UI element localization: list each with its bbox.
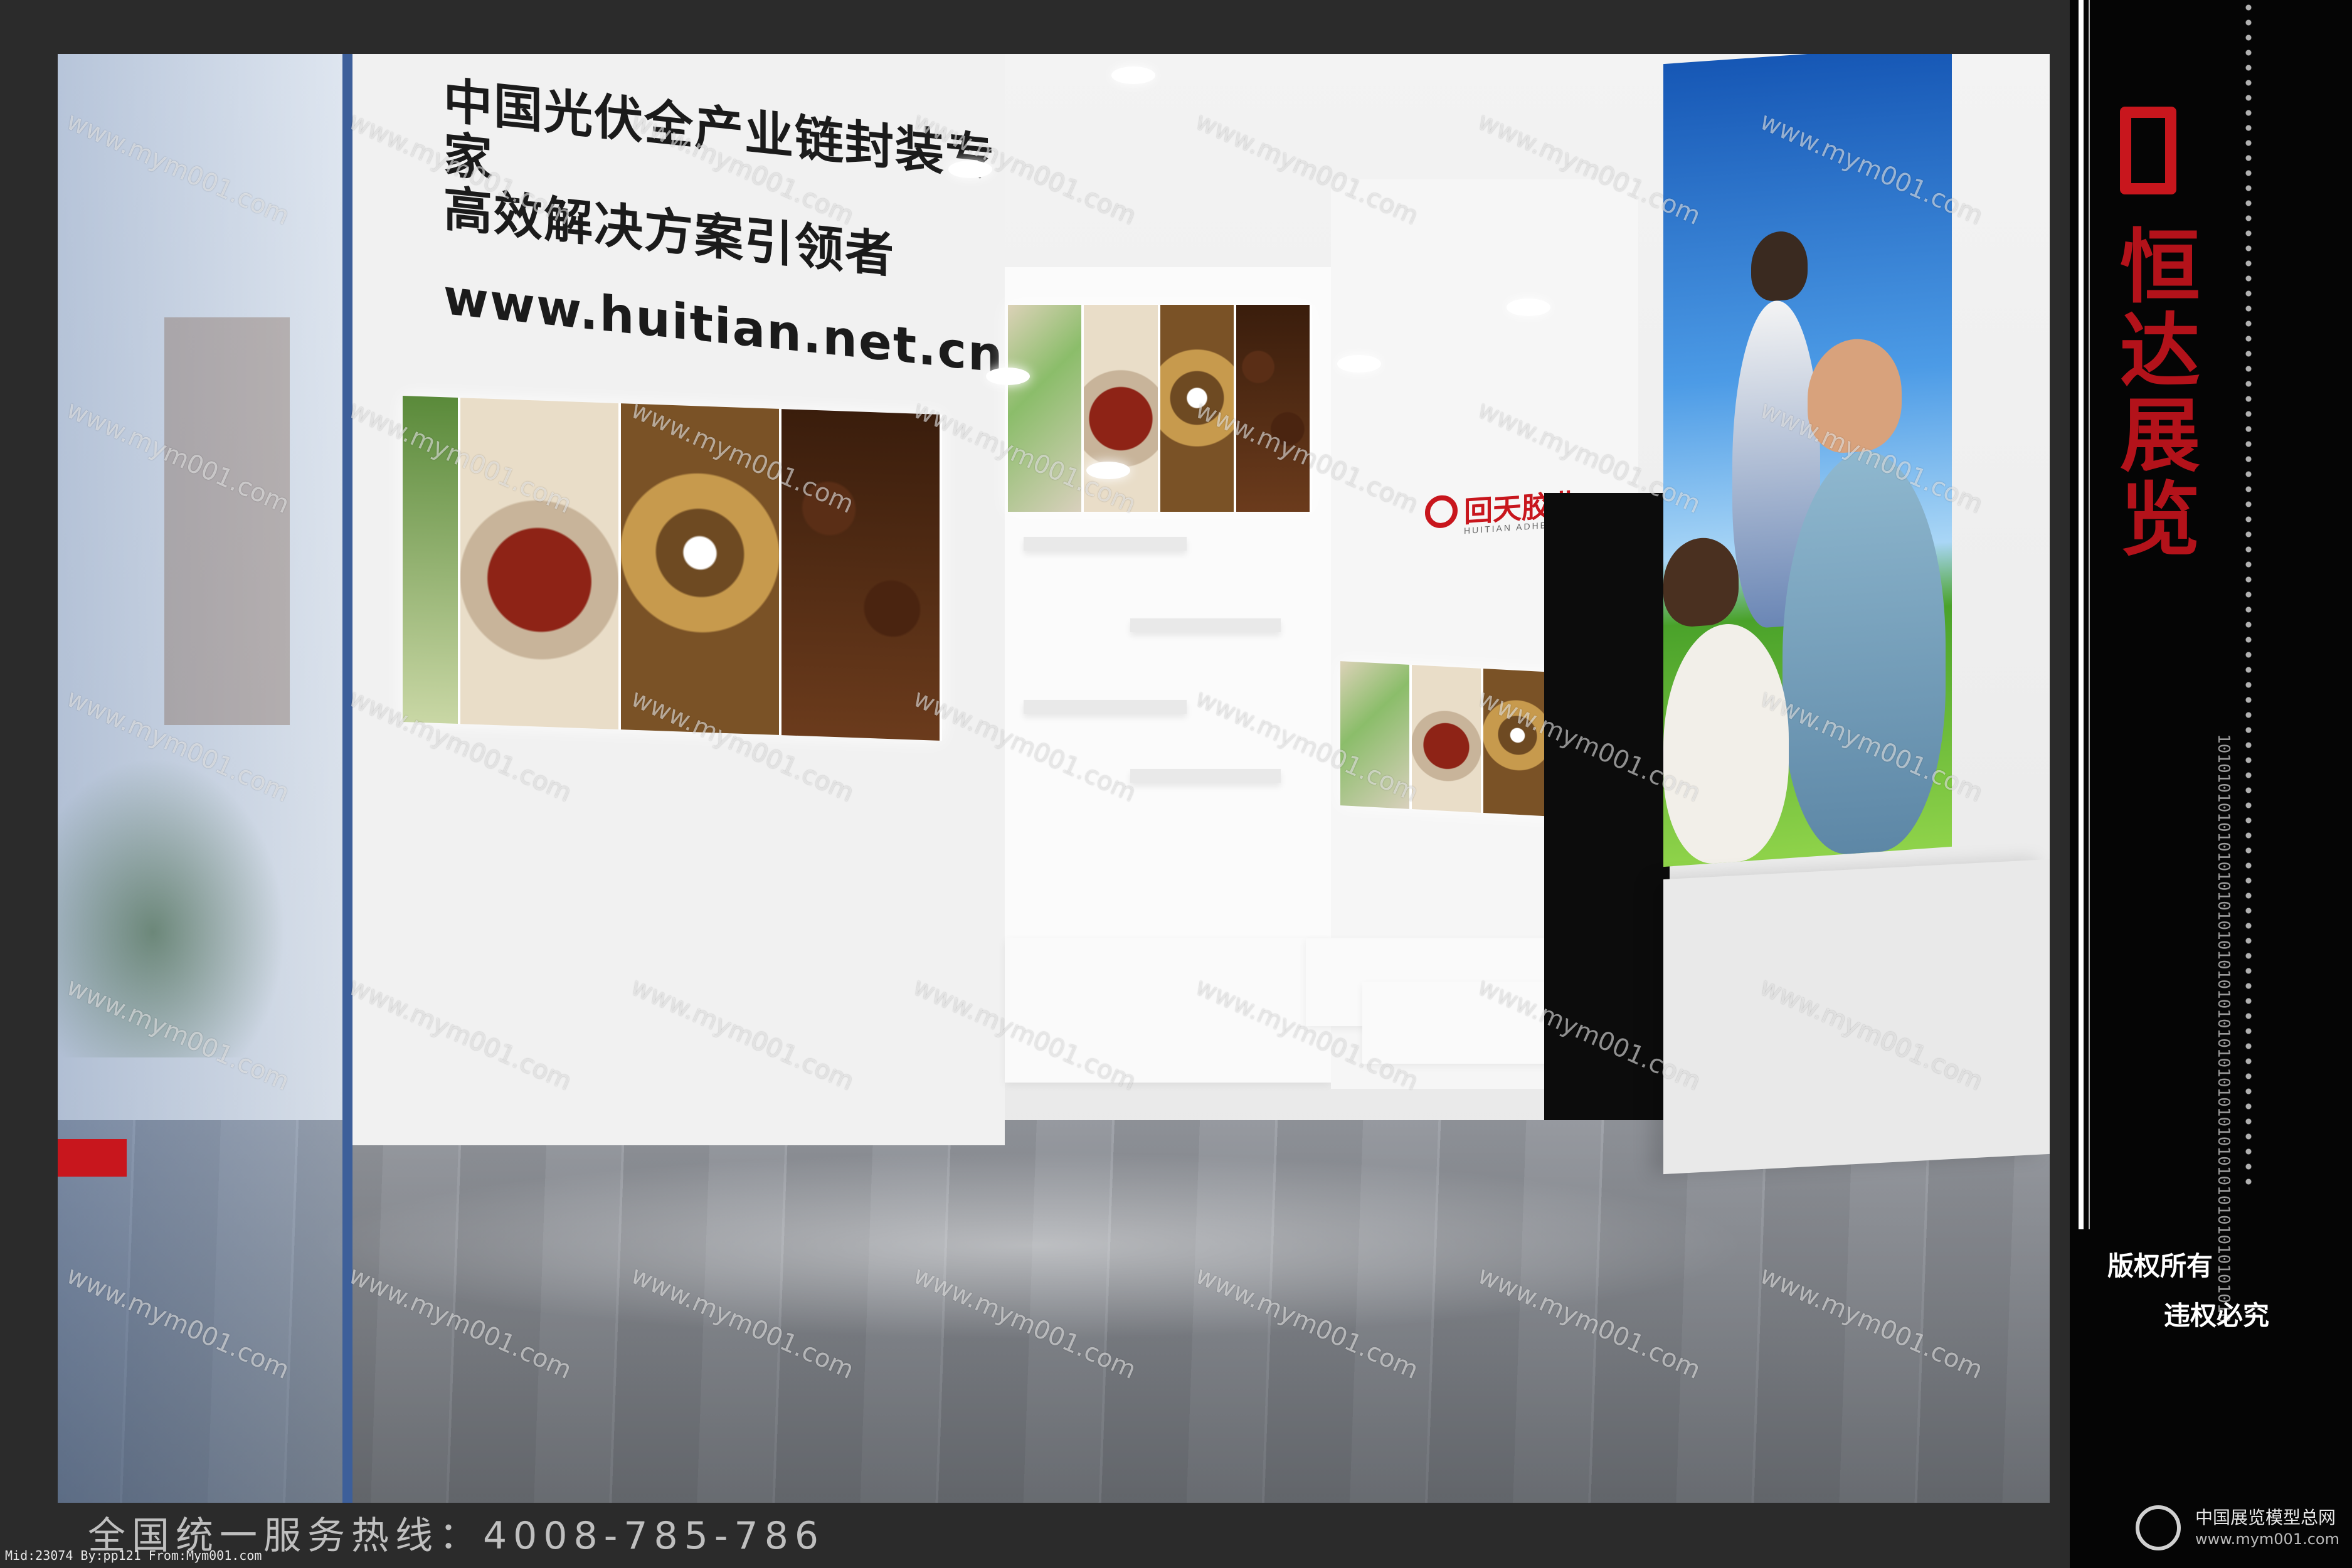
brand-logo-icon xyxy=(2120,107,2176,194)
child-head xyxy=(1751,230,1808,303)
ceiling-downlight xyxy=(1507,299,1550,316)
left-wall: 中国光伏全产业链封装专家 高效解决方案引领者 www.huitian.net.c… xyxy=(352,54,1005,1145)
site-url: www.mym001.com xyxy=(2195,1530,2339,1548)
site-name: 中国展览模型总网 xyxy=(2195,1507,2336,1528)
divider-rule xyxy=(2089,0,2090,1229)
website-url: www.huitian.net.cn xyxy=(443,269,1004,385)
brand-char: 达 xyxy=(2120,305,2201,399)
brand-char: 展 xyxy=(2120,389,2201,483)
image-meta: Mid:23074 By:pp121 From:Mym001.com xyxy=(5,1548,262,1563)
brand-sidebar: 恒 达 展 览 10101010101010101010101010101010… xyxy=(2070,0,2352,1568)
lightbox-left xyxy=(403,395,942,741)
company-logo-icon xyxy=(1425,494,1458,529)
red-trim xyxy=(58,1139,127,1177)
brand-char: 恒 xyxy=(2120,221,2201,314)
shelf xyxy=(1130,618,1281,632)
divider-rule xyxy=(2079,0,2084,1229)
photo-coffee-beans xyxy=(1236,305,1312,512)
brand-title: 恒 达 展 览 xyxy=(2120,221,2214,568)
shelf xyxy=(1130,769,1281,783)
copyright-line-1: 版权所有 xyxy=(2107,1251,2213,1281)
copyright-line-2: 违权必究 xyxy=(2164,1300,2270,1331)
copyright-notice: 版权所有 违权必究 xyxy=(2107,1248,2269,1335)
shelf xyxy=(1024,537,1187,551)
booth-render: 中国光伏全产业链封装专家 高效解决方案引领者 www.huitian.net.c… xyxy=(58,54,2050,1503)
woman-figure xyxy=(1663,620,1789,867)
shelf xyxy=(1024,700,1187,714)
woman-head xyxy=(1663,535,1739,629)
dotted-column xyxy=(2236,0,2261,1192)
ceiling-downlight xyxy=(1337,355,1381,373)
watermark: www.mym001.com xyxy=(1191,107,1423,231)
slogan: 中国光伏全产业链封装专家 高效解决方案引领者 www.huitian.net.c… xyxy=(443,73,1005,384)
ceiling-downlight xyxy=(1111,66,1155,84)
reflected-shelf xyxy=(164,317,290,725)
photo-tea xyxy=(1411,665,1483,813)
brand-char: 览 xyxy=(2120,474,2201,568)
binary-decoration: 1010101010101010101010101010101010101010… xyxy=(2214,734,2233,1323)
photo-tea xyxy=(460,398,622,730)
ceiling-downlight xyxy=(986,368,1030,385)
site-logo-icon xyxy=(2136,1505,2181,1550)
